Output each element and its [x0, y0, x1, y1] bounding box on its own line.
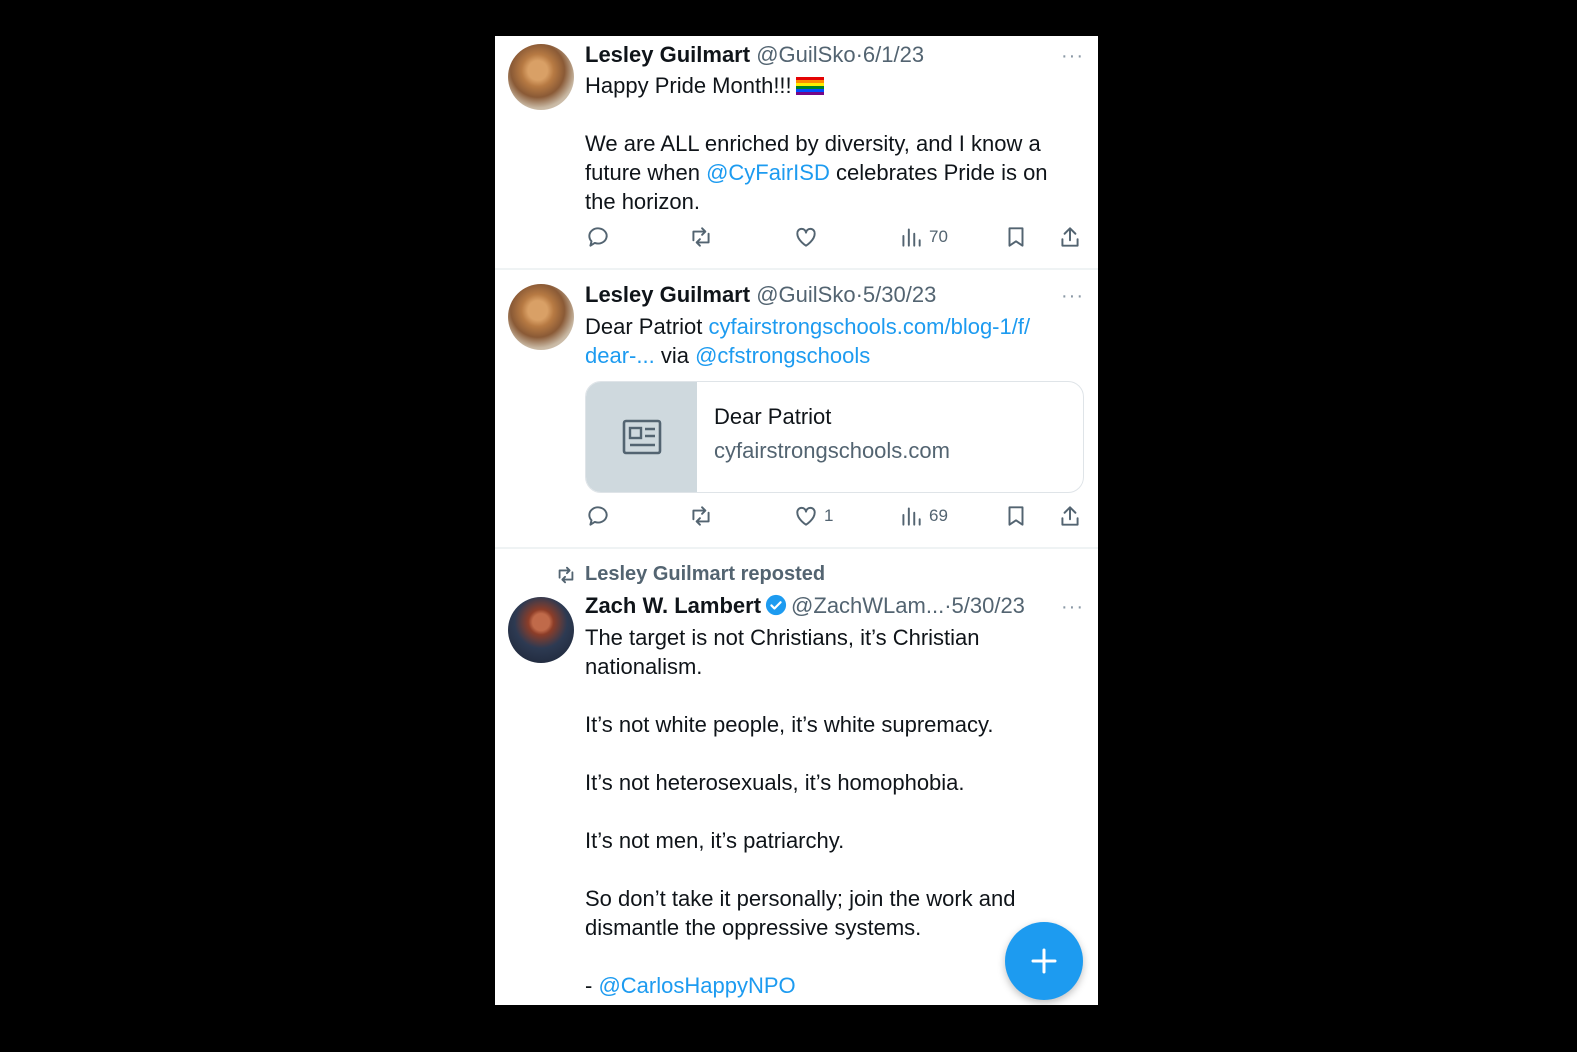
tweet-date[interactable]: 6/1/23: [863, 42, 924, 67]
mention-link[interactable]: @cfstrongschools: [695, 343, 870, 368]
bookmark-button[interactable]: [1003, 502, 1029, 530]
compose-button[interactable]: [1005, 922, 1083, 1000]
reposted-tweet[interactable]: Lesley Guilmart reposted Zach W. Lambert…: [495, 549, 1098, 1005]
mention-link[interactable]: @CyFairISD: [706, 160, 830, 185]
views-count: 70: [929, 227, 948, 246]
tweet-text-part: via: [654, 343, 696, 368]
repost-button[interactable]: [688, 223, 714, 251]
tweet-header: Zach W. Lambert @ZachWLam...·5/30/23: [585, 593, 1025, 619]
reply-button[interactable]: [585, 223, 611, 251]
rainbow-flag-icon: [795, 77, 824, 95]
reply-button[interactable]: [585, 502, 611, 530]
user-handle[interactable]: @ZachWLam...: [791, 593, 944, 618]
avatar[interactable]: [508, 284, 574, 350]
tweet-header: Lesley Guilmart @GuilSko·6/1/23: [585, 42, 924, 68]
views-button[interactable]: 69: [898, 502, 948, 530]
tweet-actions: 70: [585, 223, 1085, 251]
tweet-text: Dear Patriot cyfairstrongschools.com/blo…: [585, 312, 1075, 370]
analytics-icon: [902, 228, 921, 247]
more-options-icon[interactable]: ···: [1061, 597, 1084, 617]
tweet[interactable]: Lesley Guilmart @GuilSko·6/1/23 ··· Happ…: [495, 36, 1098, 268]
views-count: 69: [929, 506, 948, 525]
heart-icon: [796, 227, 816, 247]
display-name[interactable]: Zach W. Lambert: [585, 593, 761, 618]
timeline: Lesley Guilmart @GuilSko·6/1/23 ··· Happ…: [495, 36, 1098, 1005]
verified-badge-icon: [765, 594, 787, 616]
reply-icon: [588, 506, 608, 526]
more-options-icon[interactable]: ···: [1061, 286, 1084, 306]
card-title: Dear Patriot: [714, 404, 832, 429]
bookmark-icon: [1008, 506, 1024, 526]
repost-icon: [692, 506, 710, 526]
share-button[interactable]: [1057, 502, 1083, 530]
views-button[interactable]: 70: [898, 223, 948, 251]
tweet-text-part: Dear Patriot: [585, 314, 709, 339]
link-card[interactable]: Dear Patriot cyfairstrongschools.com: [585, 381, 1084, 493]
analytics-icon: [902, 507, 921, 526]
card-domain: cyfairstrongschools.com: [714, 438, 950, 463]
plus-icon: [1031, 948, 1057, 974]
card-thumbnail: [586, 382, 697, 492]
display-name[interactable]: Lesley Guilmart: [585, 42, 750, 67]
avatar[interactable]: [508, 597, 574, 663]
share-icon: [1061, 227, 1079, 247]
tweet[interactable]: Lesley Guilmart @GuilSko·5/30/23 ··· Dea…: [495, 270, 1098, 547]
tweet-text: Happy Pride Month!!! We are ALL enriched…: [585, 71, 1065, 216]
avatar[interactable]: [508, 44, 574, 110]
share-icon: [1061, 506, 1079, 526]
separator: ·: [944, 593, 952, 618]
tweet-header: Lesley Guilmart @GuilSko·5/30/23: [585, 282, 936, 308]
bookmark-icon: [1008, 227, 1024, 247]
like-button[interactable]: 1: [793, 502, 833, 530]
separator: ·: [855, 282, 863, 307]
repost-label: Lesley Guilmart reposted: [585, 563, 826, 585]
share-button[interactable]: [1057, 223, 1083, 251]
user-handle[interactable]: @GuilSko: [756, 42, 855, 67]
separator: ·: [855, 42, 863, 67]
tweet-text-part: The target is not Christians, it’s Chris…: [585, 625, 1016, 998]
tweet-date[interactable]: 5/30/23: [952, 593, 1025, 618]
tweet-date[interactable]: 5/30/23: [863, 282, 936, 307]
user-handle[interactable]: @GuilSko: [756, 282, 855, 307]
heart-icon: [796, 506, 816, 526]
more-options-icon[interactable]: ···: [1061, 46, 1084, 66]
reply-icon: [588, 227, 608, 247]
tweet-line: Happy Pride Month!!!: [585, 73, 792, 98]
like-button[interactable]: [793, 223, 819, 251]
tweet-actions: 1 69: [585, 502, 1085, 530]
article-icon: [622, 419, 661, 455]
mention-link[interactable]: @CarlosHappyNPO: [598, 973, 795, 998]
tweet-text: The target is not Christians, it’s Chris…: [585, 623, 1055, 1000]
repost-icon: [692, 227, 710, 247]
repost-icon: [558, 566, 574, 583]
repost-context[interactable]: Lesley Guilmart reposted: [555, 563, 825, 586]
display-name[interactable]: Lesley Guilmart: [585, 282, 750, 307]
bookmark-button[interactable]: [1003, 223, 1029, 251]
repost-button[interactable]: [688, 502, 714, 530]
likes-count: 1: [824, 506, 834, 525]
